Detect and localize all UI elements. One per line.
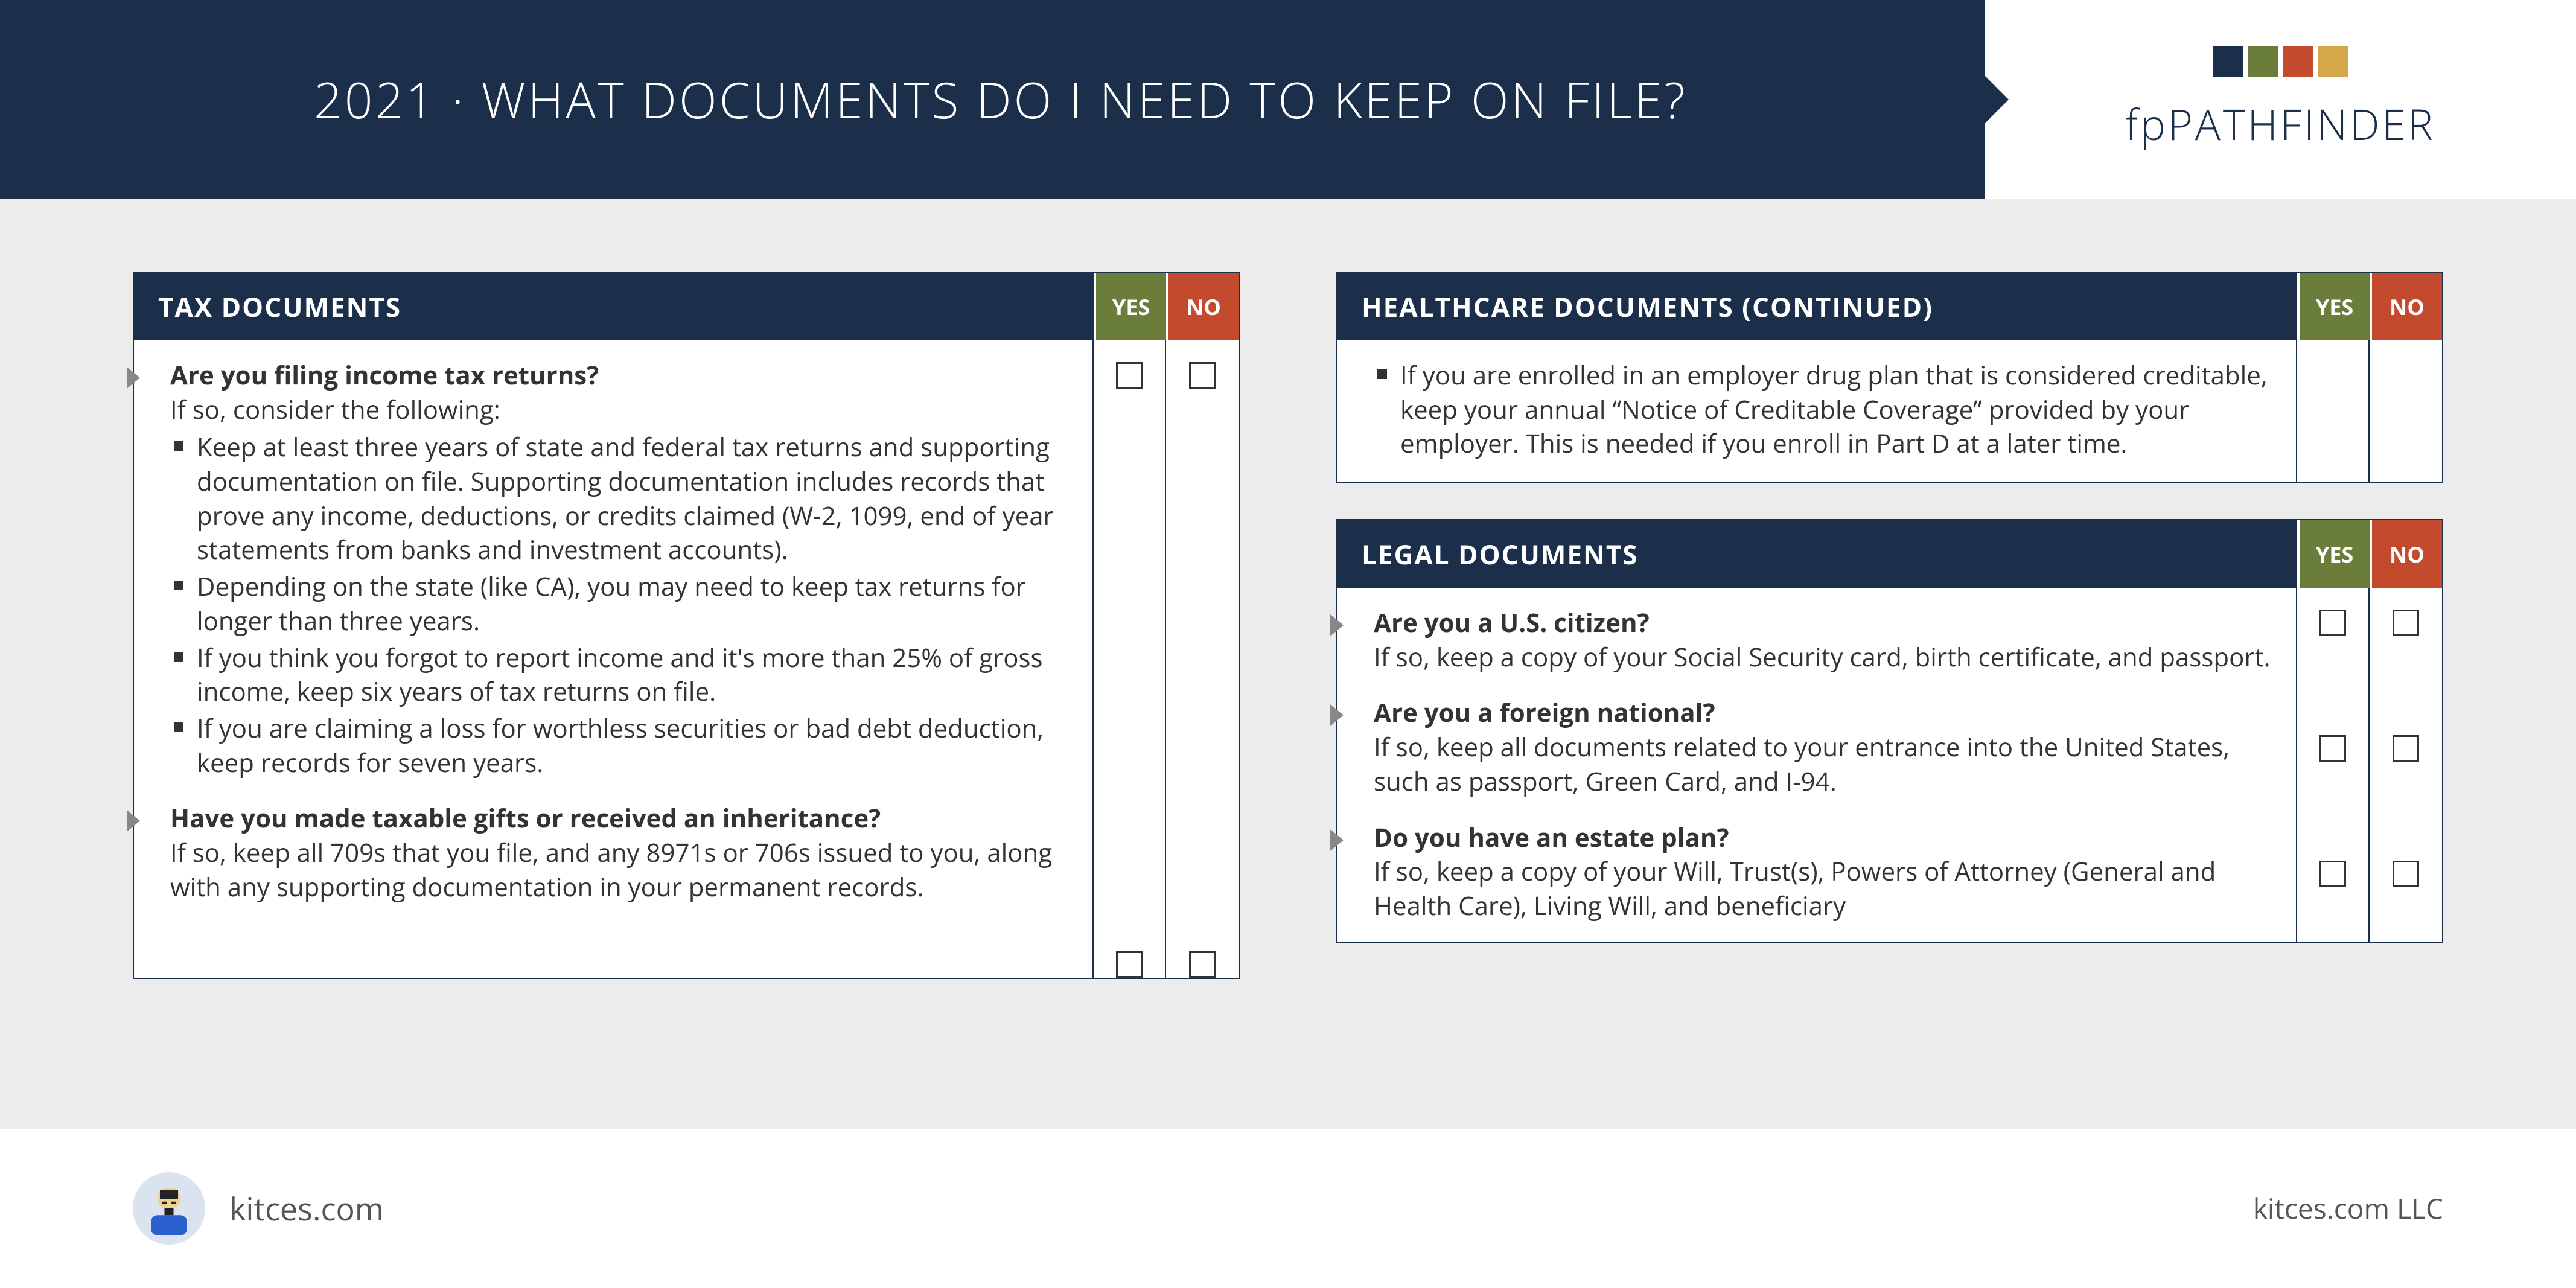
bullet-item: Keep at least three years of state and f… bbox=[170, 430, 1068, 567]
checkbox-no[interactable] bbox=[2393, 861, 2419, 887]
section-header: LEGAL DOCUMENTS YES NO bbox=[1337, 520, 2442, 588]
checkbox-yes[interactable] bbox=[2319, 861, 2346, 887]
brand-area: fpPATHFINDER bbox=[1985, 0, 2576, 199]
checkbox-yes[interactable] bbox=[1116, 362, 1143, 389]
no-column bbox=[2370, 340, 2442, 482]
section-title: LEGAL DOCUMENTS bbox=[1337, 520, 2297, 588]
section-header: HEALTHCARE DOCUMENTS (CONTINUED) YES NO bbox=[1337, 273, 2442, 340]
question-sub: If so, consider the following: bbox=[170, 393, 1068, 427]
yes-column bbox=[1094, 340, 1166, 978]
avatar-icon bbox=[133, 1172, 205, 1245]
site-name: kitces.com bbox=[229, 1187, 384, 1230]
checkbox-yes[interactable] bbox=[2319, 735, 2346, 762]
copyright: kitces.com LLC bbox=[2253, 1190, 2443, 1227]
left-column: TAX DOCUMENTS YES NO Are you filing inco… bbox=[133, 272, 1240, 1080]
question-sub: If so, keep a copy of your Social Securi… bbox=[1374, 640, 2272, 675]
col-header-yes: YES bbox=[2297, 520, 2370, 588]
checkbox-no[interactable] bbox=[1189, 362, 1216, 389]
col-header-no: NO bbox=[2370, 520, 2442, 588]
no-column bbox=[1166, 340, 1239, 978]
col-header-yes: YES bbox=[1094, 273, 1166, 340]
question-item: Do you have an estate plan? If so, keep … bbox=[1374, 821, 2272, 923]
question-text: Have you made taxable gifts or received … bbox=[170, 802, 1068, 836]
question-column: Are you filing income tax returns? If so… bbox=[134, 340, 1094, 978]
brand-name: fpPATHFINDER bbox=[2125, 95, 2435, 153]
question-item: Are you a foreign national? If so, keep … bbox=[1374, 696, 2272, 799]
col-header-yes: YES bbox=[2297, 273, 2370, 340]
bullet-item: If you think you forgot to report income… bbox=[170, 641, 1068, 709]
section-healthcare: HEALTHCARE DOCUMENTS (CONTINUED) YES NO … bbox=[1336, 272, 2443, 483]
checkbox-no[interactable] bbox=[2393, 610, 2419, 636]
section-body: Are you a U.S. citizen? If so, keep a co… bbox=[1337, 588, 2442, 942]
footer-left: kitces.com bbox=[133, 1172, 384, 1245]
question-column: If you are enrolled in an employer drug … bbox=[1337, 340, 2297, 482]
right-column: HEALTHCARE DOCUMENTS (CONTINUED) YES NO … bbox=[1336, 272, 2443, 1080]
section-title: TAX DOCUMENTS bbox=[134, 273, 1094, 340]
section-body: Are you filing income tax returns? If so… bbox=[134, 340, 1239, 978]
question-text: Are you a U.S. citizen? bbox=[1374, 606, 2272, 640]
section-legal: LEGAL DOCUMENTS YES NO Are you a U.S. ci… bbox=[1336, 519, 2443, 943]
page-title: 2021 · WHAT DOCUMENTS DO I NEED TO KEEP … bbox=[314, 66, 1688, 133]
question-column: Are you a U.S. citizen? If so, keep a co… bbox=[1337, 588, 2297, 942]
bullet-item: Depending on the state (like CA), you ma… bbox=[170, 570, 1068, 638]
question-sub: If so, keep all 709s that you file, and … bbox=[170, 836, 1068, 904]
question-item: Are you filing income tax returns? If so… bbox=[170, 359, 1068, 780]
yes-column bbox=[2297, 340, 2370, 482]
checkbox-no[interactable] bbox=[1189, 951, 1216, 978]
question-sub: If so, keep a copy of your Will, Trust(s… bbox=[1374, 855, 2272, 923]
col-header-no: NO bbox=[2370, 273, 2442, 340]
brand-squares-icon bbox=[2213, 46, 2348, 77]
section-header: TAX DOCUMENTS YES NO bbox=[134, 273, 1239, 340]
no-column bbox=[2370, 588, 2442, 942]
bullet-list: If you are enrolled in an employer drug … bbox=[1374, 359, 2272, 461]
bullet-item: If you are enrolled in an employer drug … bbox=[1374, 359, 2272, 461]
section-title: HEALTHCARE DOCUMENTS (CONTINUED) bbox=[1337, 273, 2297, 340]
bullet-item: If you are claiming a loss for worthless… bbox=[170, 712, 1068, 780]
content: TAX DOCUMENTS YES NO Are you filing inco… bbox=[0, 199, 2576, 1129]
checkbox-no[interactable] bbox=[2393, 735, 2419, 762]
question-item: Have you made taxable gifts or received … bbox=[170, 802, 1068, 904]
question-text: Are you filing income tax returns? bbox=[170, 359, 1068, 393]
section-body: If you are enrolled in an employer drug … bbox=[1337, 340, 2442, 482]
checkbox-yes[interactable] bbox=[2319, 610, 2346, 636]
question-text: Do you have an estate plan? bbox=[1374, 821, 2272, 855]
col-header-no: NO bbox=[1166, 273, 1239, 340]
section-tax: TAX DOCUMENTS YES NO Are you filing inco… bbox=[133, 272, 1240, 979]
title-bar: 2021 · WHAT DOCUMENTS DO I NEED TO KEEP … bbox=[0, 0, 1985, 199]
header: 2021 · WHAT DOCUMENTS DO I NEED TO KEEP … bbox=[0, 0, 2576, 199]
question-text: Are you a foreign national? bbox=[1374, 696, 2272, 730]
checkbox-yes[interactable] bbox=[1116, 951, 1143, 978]
bullet-list: Keep at least three years of state and f… bbox=[170, 430, 1068, 780]
question-sub: If so, keep all documents related to you… bbox=[1374, 730, 2272, 799]
question-item: Are you a U.S. citizen? If so, keep a co… bbox=[1374, 606, 2272, 674]
footer: kitces.com kitces.com LLC bbox=[0, 1129, 2576, 1288]
yes-column bbox=[2297, 588, 2370, 942]
